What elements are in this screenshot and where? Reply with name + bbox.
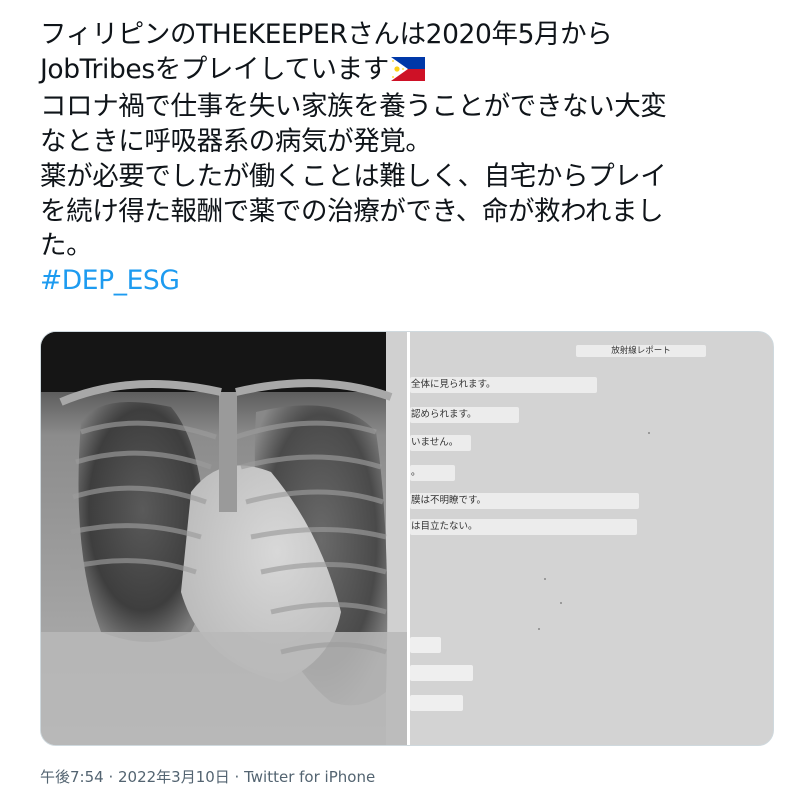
- radiology-report-image[interactable]: 放射線レポート 全体に見られます。 認められます。 いません。 。 膜は不明瞭で…: [410, 332, 773, 745]
- tweet-text-line: を続け得た報酬で薬での治療ができ、命が救われまし: [40, 195, 664, 227]
- philippines-flag-icon: [390, 56, 425, 91]
- tweet-metadata: 午後7:54 · 2022年3月10日 · Twitter for iPhone: [40, 767, 375, 787]
- speck: [544, 578, 546, 580]
- report-line: 膜は不明瞭です。: [410, 493, 639, 509]
- tweet-text-line: フィリピンのTHEKEEPERさんは2020年5月から: [40, 19, 613, 50]
- hashtag-link[interactable]: #DEP_ESG: [40, 264, 770, 299]
- tweet-text-line: コロナ禍で仕事を失い家族を養うことができない大変: [40, 91, 667, 123]
- tweet-text-line: た。: [40, 230, 93, 262]
- report-line: 認められます。: [410, 407, 519, 423]
- tweet-text: フィリピンのTHEKEEPERさんは2020年5月から JobTribesをプレ…: [40, 18, 770, 299]
- redacted-block: [410, 665, 473, 681]
- redacted-block: [410, 637, 441, 653]
- report-line: 。: [410, 465, 455, 481]
- tweet-timestamp[interactable]: 午後7:54 · 2022年3月10日 ·: [40, 768, 244, 786]
- tweet-source[interactable]: Twitter for iPhone: [244, 768, 375, 786]
- speck: [538, 628, 540, 630]
- speck: [648, 432, 650, 434]
- chest-xray-image[interactable]: [41, 332, 407, 746]
- redacted-block: [410, 695, 463, 711]
- tweet-media: 放射線レポート 全体に見られます。 認められます。 いません。 。 膜は不明瞭で…: [40, 331, 774, 746]
- tweet-text-segment: JobTribesをプレイしています: [40, 53, 389, 85]
- report-line: 全体に見られます。: [410, 377, 597, 393]
- tweet-text-line: JobTribesをプレイしています: [40, 53, 770, 91]
- report-title: 放射線レポート: [576, 345, 706, 357]
- report-line: いません。: [410, 435, 471, 451]
- report-line: は目立たない。: [410, 519, 637, 535]
- tweet-text-line: 薬が必要でしたが働くことは難しく、自宅からプレイ: [40, 160, 667, 192]
- speck: [560, 602, 562, 604]
- tweet-text-line: なときに呼吸器系の病気が発覚。: [40, 126, 432, 158]
